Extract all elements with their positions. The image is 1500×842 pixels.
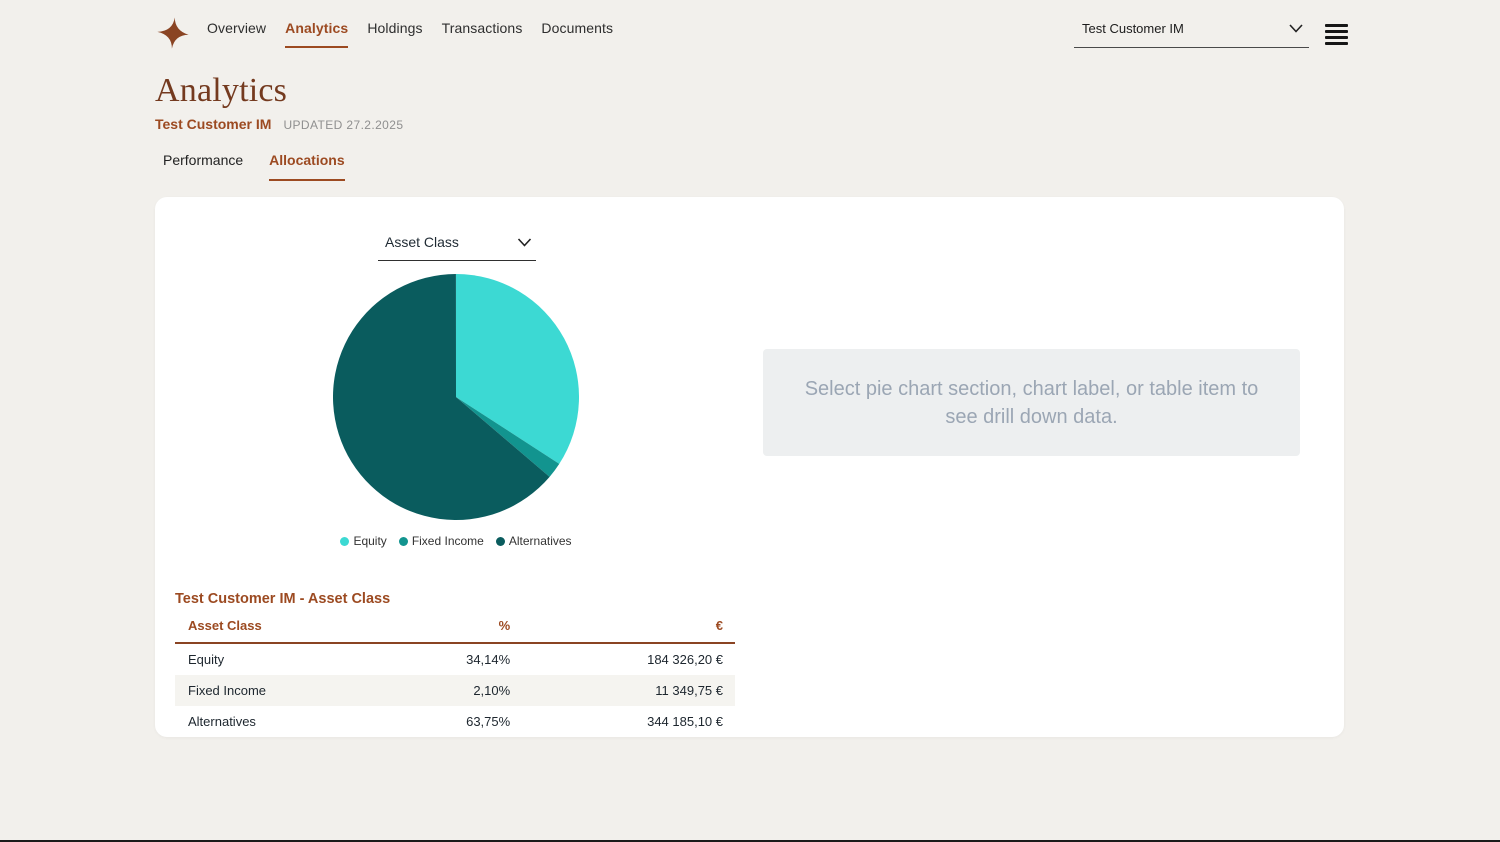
drilldown-hint-text: Select pie chart section, chart label, o…	[804, 377, 1259, 428]
customer-select-value: Test Customer IM	[1082, 21, 1184, 36]
col-header-percent: %	[399, 613, 523, 644]
drilldown-hint-box: Select pie chart section, chart label, o…	[763, 349, 1300, 456]
page-subhead: Test Customer IM UPDATED 27.2.2025	[155, 116, 1500, 132]
nav-item-documents[interactable]: Documents	[541, 20, 613, 48]
grouping-select-value: Asset Class	[385, 234, 459, 250]
legend-dot-equity	[340, 536, 350, 546]
table-row-fixed-income[interactable]: Fixed Income 2,10% 11 349,75 €	[175, 675, 735, 706]
chevron-down-icon	[517, 234, 532, 250]
top-bar-right: Test Customer IM	[1074, 14, 1348, 48]
legend-item-fixed-income[interactable]: Fixed Income	[398, 534, 484, 548]
sparkle-star-icon[interactable]	[155, 16, 191, 55]
updated-label: UPDATED 27.2.2025	[283, 118, 404, 132]
cell-percent[interactable]: 2,10%	[399, 675, 522, 706]
table-header-row: Asset Class % €	[175, 613, 735, 644]
cell-percent[interactable]: 63,75%	[399, 706, 522, 737]
col-header-asset-class: Asset Class	[175, 613, 399, 644]
cell-eur[interactable]: 11 349,75 €	[522, 675, 735, 706]
allocations-card: Asset Class Equity Fixed Income Alternativ…	[155, 197, 1344, 737]
chevron-down-icon	[1289, 21, 1303, 36]
nav-item-analytics[interactable]: Analytics	[285, 20, 349, 48]
pie-legend: Equity Fixed Income Alternatives	[283, 534, 629, 548]
legend-label: Fixed Income	[411, 534, 484, 548]
asset-class-pie-chart	[332, 274, 580, 520]
legend-item-alternatives[interactable]: Alternatives	[495, 534, 572, 548]
tab-performance[interactable]: Performance	[163, 152, 243, 181]
table-row-alternatives[interactable]: Alternatives 63,75% 344 185,10 €	[175, 706, 735, 737]
nav-item-overview[interactable]: Overview	[207, 20, 266, 48]
cell-asset-class[interactable]: Equity	[175, 643, 399, 675]
page-title: Analytics	[155, 72, 288, 109]
cell-asset-class[interactable]: Fixed Income	[175, 675, 399, 706]
legend-dot-fixed-income	[398, 536, 408, 546]
asset-class-table: Asset Class % € Equity 34,14% 184 326,20 €…	[175, 613, 735, 737]
cell-asset-class[interactable]: Alternatives	[175, 706, 399, 737]
cell-eur[interactable]: 184 326,20 €	[522, 643, 735, 675]
table-row-equity[interactable]: Equity 34,14% 184 326,20 €	[175, 643, 735, 675]
tab-allocations[interactable]: Allocations	[269, 152, 345, 181]
legend-item-equity[interactable]: Equity	[340, 534, 387, 548]
cell-eur[interactable]: 344 185,10 €	[522, 706, 735, 737]
customer-name: Test Customer IM	[155, 116, 272, 132]
nav-item-transactions[interactable]: Transactions	[442, 20, 523, 48]
nav-item-holdings[interactable]: Holdings	[367, 20, 422, 48]
top-bar: Overview Analytics Holdings Transactions Doc…	[0, 0, 1500, 50]
legend-label: Alternatives	[508, 534, 572, 548]
col-header-eur: €	[522, 613, 735, 644]
hamburger-icon[interactable]	[1325, 20, 1348, 45]
tab-bar: Performance Allocations	[163, 152, 1500, 181]
grouping-select[interactable]: Asset Class	[378, 230, 536, 261]
customer-select[interactable]: Test Customer IM	[1074, 16, 1309, 48]
legend-label: Equity	[353, 534, 387, 548]
table-title: Test Customer IM - Asset Class	[175, 591, 391, 607]
cell-percent[interactable]: 34,14%	[399, 643, 522, 675]
legend-dot-alternatives	[495, 536, 505, 546]
main-nav: Overview Analytics Holdings Transactions Doc…	[207, 14, 613, 48]
